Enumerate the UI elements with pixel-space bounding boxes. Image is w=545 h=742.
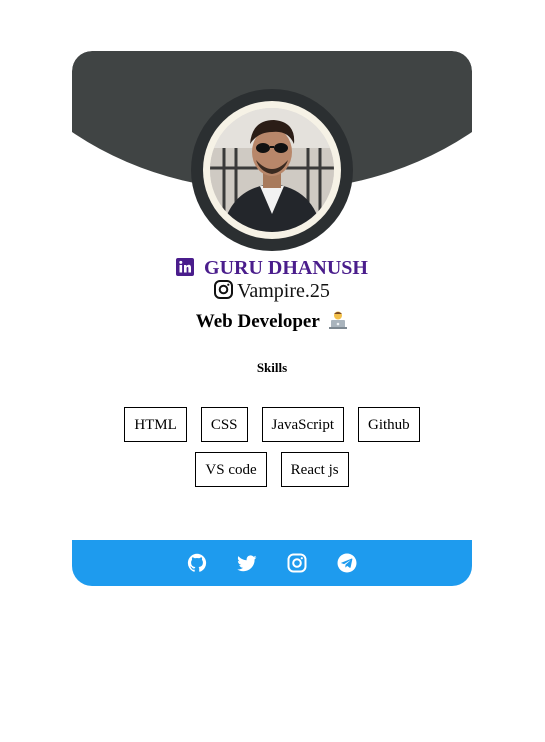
role-text: Web Developer <box>195 311 320 332</box>
avatar-frame <box>191 89 353 251</box>
profile-card: GURU DHANUSH Vampire.25 Web Developer Sk… <box>72 51 472 586</box>
skill-tag: CSS <box>200 407 248 442</box>
telegram-icon[interactable] <box>337 553 357 573</box>
skill-tag: HTML <box>124 407 187 442</box>
instagram-icon[interactable] <box>287 553 307 573</box>
profile-name: GURU DHANUSH <box>204 257 368 279</box>
skill-tag: VS code <box>195 452 267 487</box>
profile-name-row: GURU DHANUSH <box>72 256 472 280</box>
profile-role: Web Developer <box>72 310 472 334</box>
skill-tag: React js <box>280 452 349 487</box>
avatar <box>210 108 334 232</box>
technologist-icon <box>328 310 348 330</box>
instagram-icon[interactable] <box>214 280 234 299</box>
skill-tag: JavaScript <box>261 407 344 442</box>
social-footer <box>72 540 472 586</box>
linkedin-icon[interactable] <box>176 258 195 276</box>
skills-list: HTML CSS JavaScript Github VS code React… <box>112 407 432 487</box>
skills-title: Skills <box>256 360 288 375</box>
github-icon[interactable] <box>187 553 207 573</box>
instagram-handle: Vampire.25 <box>237 280 330 302</box>
skill-tag: Github <box>358 407 420 442</box>
twitter-icon[interactable] <box>237 553 257 573</box>
instagram-handle-row: Vampire.25 <box>72 279 472 303</box>
